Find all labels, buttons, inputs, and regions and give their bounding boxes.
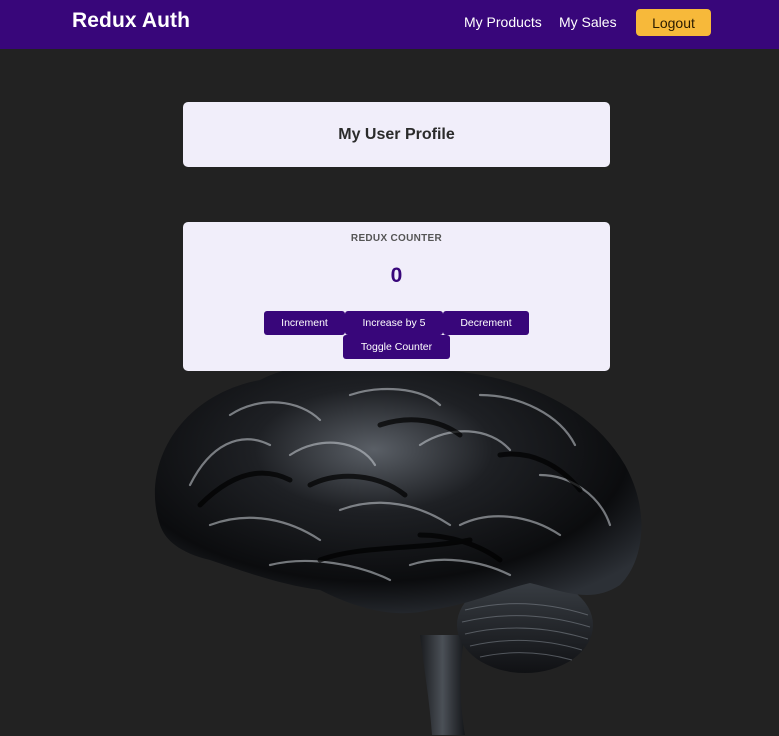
brain-illustration <box>154 361 642 735</box>
increment-button[interactable]: Increment <box>264 311 345 335</box>
page: Redux Auth My Products My Sales Logout M… <box>0 0 779 736</box>
page-title: My User Profile <box>338 125 455 143</box>
redux-counter-card: REDUX COUNTER 0 Increment Increase by 5 … <box>183 222 610 371</box>
nav-my-sales-link[interactable]: My Sales <box>559 14 617 30</box>
user-profile-card: My User Profile <box>183 102 610 167</box>
increase-by-5-button[interactable]: Increase by 5 <box>345 311 443 335</box>
decrement-button[interactable]: Decrement <box>443 311 529 335</box>
top-nav-bar: Redux Auth My Products My Sales Logout <box>0 0 779 49</box>
nav-my-products-link[interactable]: My Products <box>464 14 542 30</box>
counter-value: 0 <box>390 264 403 287</box>
app-logo[interactable]: Redux Auth <box>72 9 190 33</box>
toggle-counter-button[interactable]: Toggle Counter <box>343 335 450 359</box>
logout-button[interactable]: Logout <box>636 9 711 36</box>
counter-heading: REDUX COUNTER <box>350 233 443 244</box>
